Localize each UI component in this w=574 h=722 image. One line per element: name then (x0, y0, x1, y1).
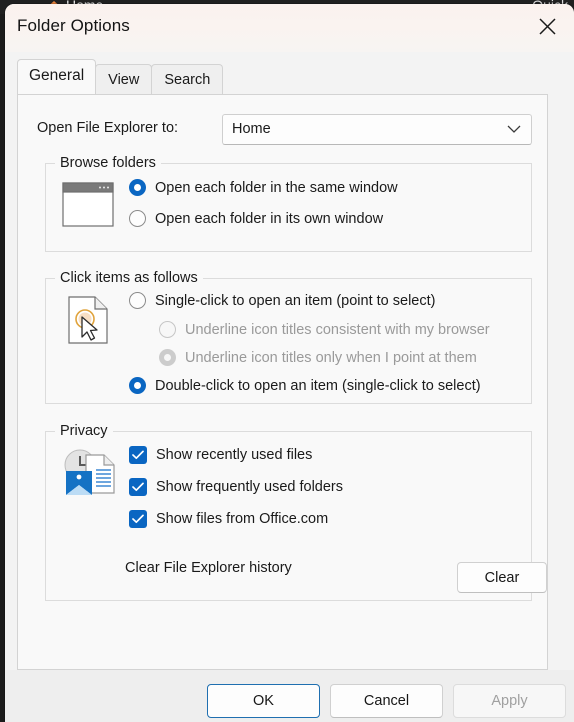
radio-same-window[interactable]: Open each folder in the same window (129, 179, 398, 196)
recent-files-icon (60, 447, 118, 503)
tab-strip: General View Search (17, 59, 224, 94)
cancel-button[interactable]: Cancel (330, 684, 443, 718)
radio-underline-point-label: Underline icon titles only when I point … (185, 349, 477, 366)
checkbox-indicator (129, 510, 147, 528)
clear-button[interactable]: Clear (457, 562, 547, 593)
radio-double-click-label: Double-click to open an item (single-cli… (155, 377, 481, 394)
radio-indicator (129, 292, 146, 309)
checkbox-indicator (129, 478, 147, 496)
radio-single-click[interactable]: Single-click to open an item (point to s… (129, 292, 435, 309)
click-items-legend: Click items as follows (55, 270, 203, 286)
radio-underline-point: Underline icon titles only when I point … (159, 349, 477, 366)
chevron-down-icon (507, 122, 521, 138)
ok-button-label: OK (253, 693, 274, 709)
open-file-explorer-row: Open File Explorer to: Home (37, 114, 532, 145)
radio-underline-browser-label: Underline icon titles consistent with my… (185, 321, 490, 338)
dialog-footer: OK Cancel Apply (5, 670, 574, 722)
ok-button[interactable]: OK (207, 684, 320, 718)
window-icon (62, 182, 114, 231)
tab-search-label: Search (164, 71, 211, 88)
radio-indicator (129, 210, 146, 227)
open-file-explorer-label: Open File Explorer to: (37, 120, 179, 136)
tab-general-label: General (29, 67, 85, 84)
clear-history-label: Clear File Explorer history (125, 560, 292, 576)
browse-folders-group: Browse folders Open each folder in the s… (45, 155, 532, 252)
apply-button: Apply (453, 684, 566, 718)
checkbox-show-recent-files-label: Show recently used files (156, 447, 313, 463)
radio-same-window-label: Open each folder in the same window (155, 179, 398, 196)
apply-button-label: Apply (491, 693, 528, 709)
radio-own-window-label: Open each folder in its own window (155, 210, 384, 227)
radio-single-click-label: Single-click to open an item (point to s… (155, 292, 436, 309)
checkbox-show-office-files[interactable]: Show files from Office.com (129, 510, 328, 528)
tab-view-label: View (108, 71, 140, 88)
tab-search[interactable]: Search (151, 64, 224, 94)
browse-folders-legend: Browse folders (55, 155, 161, 171)
checkbox-show-office-files-label: Show files from Office.com (156, 511, 329, 527)
checkbox-show-recent-files[interactable]: Show recently used files (129, 446, 312, 464)
cancel-button-label: Cancel (363, 693, 410, 709)
checkbox-show-frequent-folders[interactable]: Show frequently used folders (129, 478, 343, 496)
click-items-group: Click items as follows Single-click to o… (45, 270, 532, 404)
clear-button-label: Clear (484, 569, 520, 586)
tab-general[interactable]: General (17, 59, 97, 94)
folder-options-dialog: Folder Options General View Search Open … (5, 4, 574, 722)
general-tab-panel: Open File Explorer to: Home Browse folde… (17, 94, 548, 722)
radio-indicator (159, 349, 176, 366)
radio-indicator (159, 321, 176, 338)
privacy-group: Privacy Show recently used files Show fr… (45, 423, 547, 601)
open-file-explorer-combobox[interactable]: Home (222, 114, 532, 145)
radio-indicator (129, 179, 146, 196)
radio-own-window[interactable]: Open each folder in its own window (129, 210, 383, 227)
document-click-icon (65, 295, 111, 349)
tab-view[interactable]: View (95, 64, 153, 94)
close-icon[interactable] (524, 4, 570, 48)
privacy-legend: Privacy (55, 423, 113, 439)
checkbox-indicator (129, 446, 147, 464)
open-file-explorer-value: Home (232, 121, 271, 137)
dialog-title: Folder Options (17, 16, 130, 35)
radio-indicator (129, 377, 146, 394)
checkbox-show-frequent-folders-label: Show frequently used folders (156, 479, 343, 495)
dialog-titlebar: Folder Options (5, 4, 574, 52)
radio-underline-browser: Underline icon titles consistent with my… (159, 321, 490, 338)
radio-double-click[interactable]: Double-click to open an item (single-cli… (129, 377, 481, 394)
